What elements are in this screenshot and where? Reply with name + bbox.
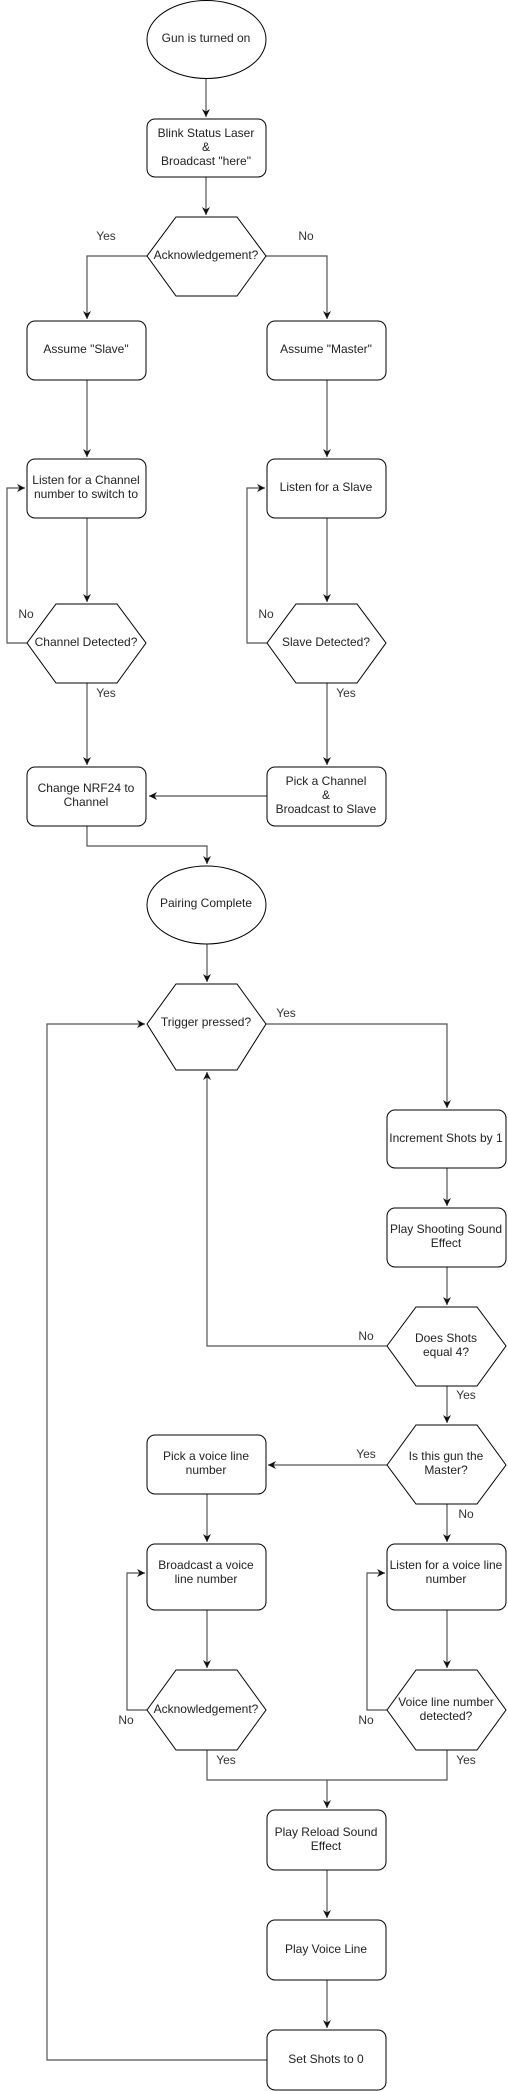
svg-text:Listen for a Slave: Listen for a Slave [280, 480, 373, 494]
edge-ack1-no [266, 255, 331, 319]
svg-text:Channel: Channel [64, 795, 109, 809]
node-trigger: Trigger pressed? [146, 983, 267, 1071]
node-reload-sfx: Play Reload Sound Effect [266, 1809, 387, 1871]
svg-text:Assume "Slave": Assume "Slave" [43, 342, 128, 356]
svg-text:Voice line number: Voice line number [398, 1695, 493, 1709]
node-assume-master: Assume "Master" [266, 320, 387, 381]
node-ack1: Acknowledgement? [146, 216, 267, 297]
node-broadcast-voice: Broadcast a voice line number [146, 1543, 267, 1611]
label-yes: Yes [216, 1753, 236, 1767]
label-yes: Yes [96, 229, 116, 243]
svg-text:Does Shots: Does Shots [415, 1331, 477, 1345]
label-no: No [358, 1713, 374, 1727]
label-yes: Yes [456, 1753, 476, 1767]
svg-text:Broadcast a voice: Broadcast a voice [158, 1558, 254, 1572]
svg-text:Assume "Master": Assume "Master" [280, 342, 372, 356]
svg-text:Set Shots to 0: Set Shots to 0 [288, 2052, 364, 2066]
node-shots4: Does Shots equal 4? [386, 1306, 507, 1387]
svg-text:Broadcast "here": Broadcast "here" [161, 154, 251, 168]
node-pick-channel: Pick a Channel & Broadcast to Slave [266, 766, 387, 827]
svg-text:Master?: Master? [424, 1463, 468, 1477]
edge-setshots-trigger [46, 1020, 267, 2061]
svg-text:Listen for a voice line: Listen for a voice line [390, 1558, 503, 1572]
node-listen-slave: Listen for a Slave [266, 458, 387, 519]
svg-text:&: & [322, 788, 330, 802]
node-listen-channel: Listen for a Channel number to switch to [26, 458, 147, 519]
edge-ack2-yes [206, 1750, 448, 1781]
node-listen-voice: Listen for a voice line number [386, 1543, 507, 1611]
svg-text:Effect: Effect [431, 1236, 462, 1250]
node-start: Gun is turned on [146, 0, 267, 79]
node-play-voice: Play Voice Line [266, 1919, 387, 1981]
edge-shots4-no [203, 1072, 387, 1347]
svg-text:Increment Shots by 1: Increment Shots by 1 [389, 1131, 503, 1145]
svg-text:Play Shooting Sound: Play Shooting Sound [390, 1222, 502, 1236]
svg-text:Acknowledgement?: Acknowledgement? [154, 1702, 259, 1716]
label-yes: Yes [356, 1447, 376, 1461]
svg-text:Slave Detected?: Slave Detected? [282, 635, 370, 649]
node-shoot-sfx: Play Shooting Sound Effect [386, 1207, 507, 1268]
edge-ack1-yes [83, 255, 147, 319]
node-voice-detected: Voice line number detected? [386, 1669, 507, 1751]
label-no: No [298, 229, 314, 243]
node-slave-detected: Slave Detected? [266, 603, 387, 684]
node-change-nrf: Change NRF24 to Channel [26, 766, 147, 827]
label-yes: Yes [336, 686, 356, 700]
label-no: No [458, 1507, 474, 1521]
node-ack2: Acknowledgement? [146, 1669, 267, 1751]
node-channel-detected: Channel Detected? [26, 603, 147, 684]
svg-text:Change NRF24 to: Change NRF24 to [38, 781, 135, 795]
svg-text:Gun is turned on: Gun is turned on [162, 31, 251, 45]
svg-text:Listen for a Channel: Listen for a Channel [32, 473, 139, 487]
svg-text:&: & [202, 140, 210, 154]
svg-text:Is this gun the: Is this gun the [409, 1449, 484, 1463]
label-yes: Yes [276, 1006, 296, 1020]
svg-text:Pairing Complete: Pairing Complete [160, 896, 252, 910]
svg-text:Broadcast to Slave: Broadcast to Slave [276, 802, 377, 816]
edge-change-pairing [86, 826, 211, 864]
svg-text:detected?: detected? [420, 1709, 473, 1723]
label-no: No [18, 607, 34, 621]
svg-text:Pick a voice line: Pick a voice line [163, 1449, 249, 1463]
node-pick-voice: Pick a voice line number [146, 1434, 267, 1495]
svg-text:Play Reload Sound: Play Reload Sound [275, 1825, 378, 1839]
edge-detected-no-loop [366, 1569, 387, 1711]
flowchart: Yes No No No Yes Yes Yes No Yes Yes No N… [6, 0, 507, 2091]
svg-text:line number: line number [175, 1572, 238, 1586]
node-blink: Blink Status Laser & Broadcast "here" [146, 118, 267, 178]
svg-text:Play Voice Line: Play Voice Line [285, 1942, 367, 1956]
label-no: No [358, 1329, 374, 1343]
svg-text:equal 4?: equal 4? [423, 1345, 469, 1359]
edge-ack2-no-loop [126, 1569, 147, 1711]
svg-text:Pick a Channel: Pick a Channel [286, 774, 367, 788]
label-yes: Yes [456, 1388, 476, 1402]
label-no: No [118, 1713, 134, 1727]
svg-text:Acknowledgement?: Acknowledgement? [154, 248, 259, 262]
svg-text:Trigger pressed?: Trigger pressed? [161, 1015, 252, 1029]
svg-text:number to switch to: number to switch to [34, 487, 138, 501]
svg-text:number: number [186, 1463, 227, 1477]
node-assume-slave: Assume "Slave" [26, 320, 147, 381]
svg-text:number: number [426, 1572, 467, 1586]
node-is-master: Is this gun the Master? [386, 1424, 507, 1505]
label-yes: Yes [96, 686, 116, 700]
svg-text:Blink Status Laser: Blink Status Laser [158, 126, 255, 140]
node-increment: Increment Shots by 1 [386, 1109, 507, 1169]
label-no: No [258, 607, 274, 621]
node-pairing-complete: Pairing Complete [146, 865, 267, 945]
svg-text:Channel Detected?: Channel Detected? [35, 635, 138, 649]
edge-trigger-yes [266, 1023, 451, 1108]
svg-text:Effect: Effect [311, 1839, 342, 1853]
node-set-shots: Set Shots to 0 [266, 2029, 387, 2091]
